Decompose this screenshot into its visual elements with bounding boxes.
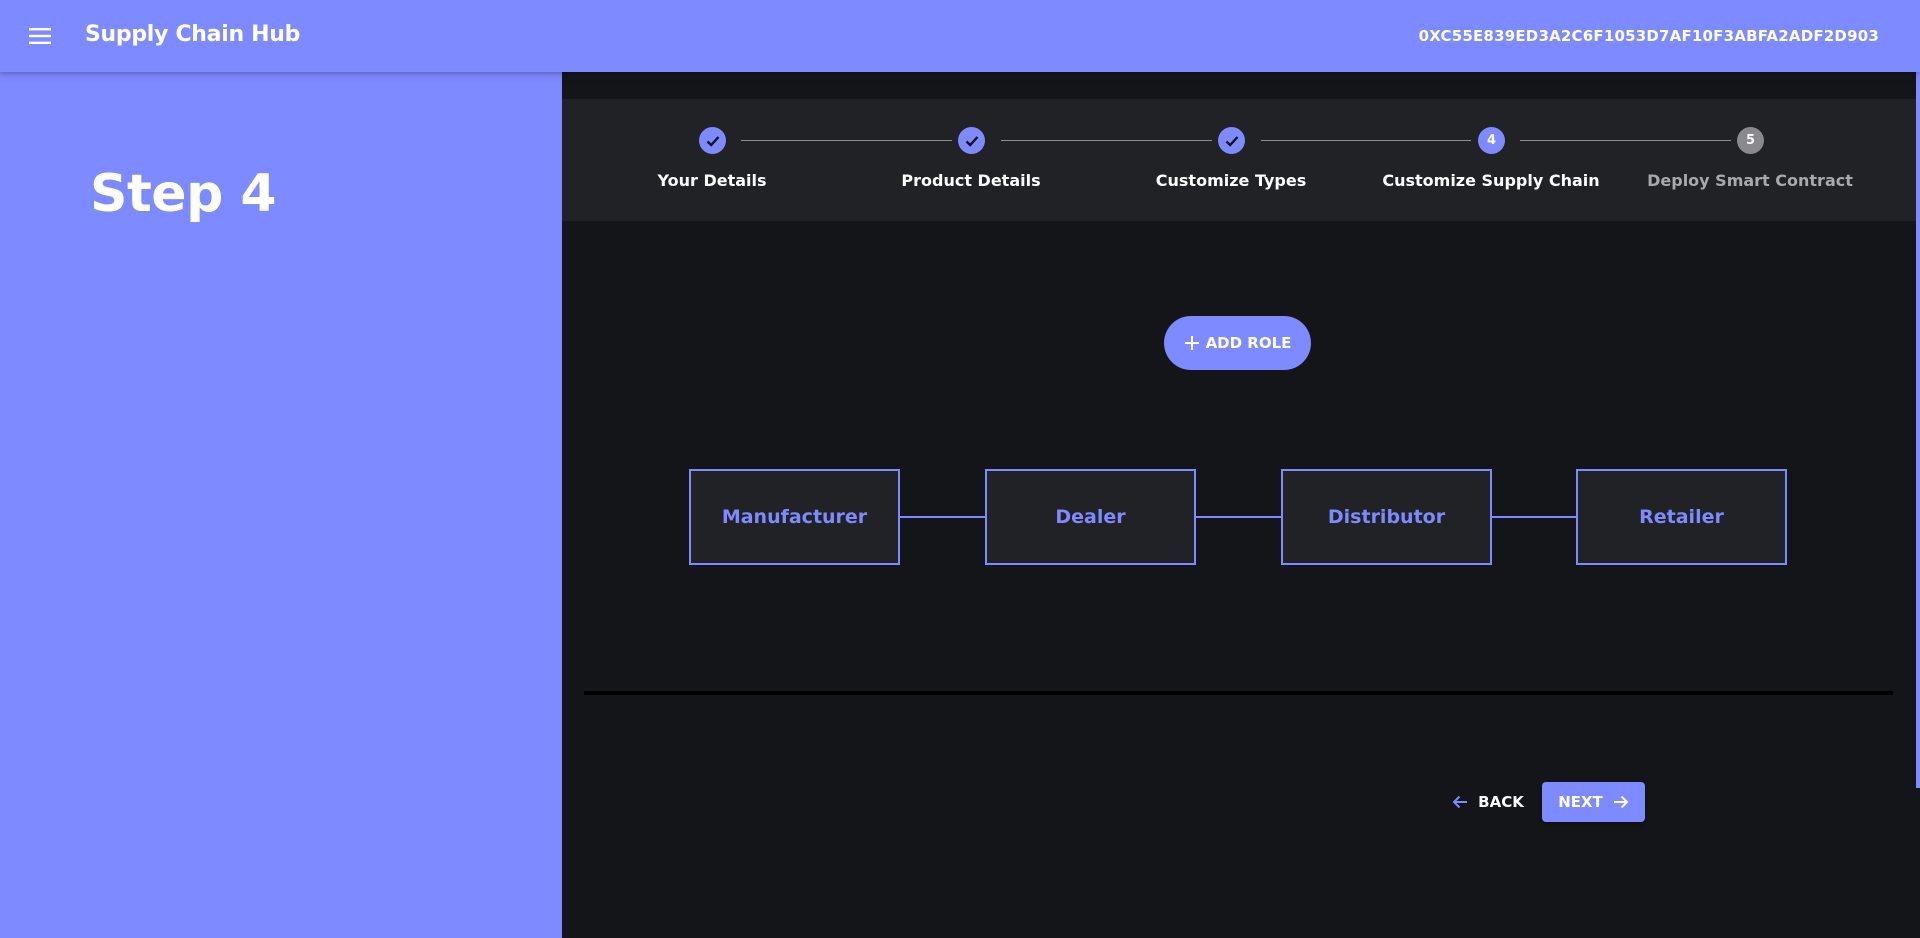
role-node-dealer[interactable]: Dealer xyxy=(985,469,1196,565)
step-label: Customize Types xyxy=(1155,171,1307,190)
step-connector xyxy=(741,140,952,141)
step-connector xyxy=(1261,140,1471,141)
app-bar: Supply Chain Hub 0XC55E839ED3A2C6F1053D7… xyxy=(0,0,1920,72)
step-completed-indicator xyxy=(699,127,726,154)
scrollbar-track xyxy=(1916,788,1920,938)
hamburger-menu-icon xyxy=(29,28,51,44)
menu-button[interactable] xyxy=(20,16,60,56)
step-label: Product Details xyxy=(901,171,1041,190)
arrow-right-icon xyxy=(1613,795,1629,809)
check-icon xyxy=(1225,135,1238,147)
role-node-manufacturer[interactable]: Manufacturer xyxy=(689,469,900,565)
step-completed-indicator xyxy=(1218,127,1245,154)
step-completed-indicator xyxy=(958,127,985,154)
step-number-inactive: 5 xyxy=(1737,127,1764,154)
wallet-address: 0XC55E839ED3A2C6F1053D7AF10F3ABFA2ADF2D9… xyxy=(1418,27,1879,45)
stepper: Your Details Product Details Customize T… xyxy=(562,99,1916,221)
check-icon xyxy=(965,135,978,147)
add-role-label: ADD ROLE xyxy=(1205,334,1292,352)
step-connector xyxy=(1520,140,1731,141)
next-label: NEXT xyxy=(1558,793,1603,811)
role-node-retailer[interactable]: Retailer xyxy=(1576,469,1787,565)
step-label: Your Details xyxy=(657,171,767,190)
step-number-active: 4 xyxy=(1478,127,1505,154)
step-label: Deploy Smart Contract xyxy=(1647,171,1853,190)
role-connector xyxy=(1195,516,1281,518)
scrollbar[interactable] xyxy=(1916,72,1920,788)
arrow-left-icon xyxy=(1452,795,1468,809)
next-button[interactable]: NEXT xyxy=(1542,782,1645,822)
add-role-button[interactable]: ADD ROLE xyxy=(1164,316,1311,370)
back-button[interactable]: BACK xyxy=(1448,784,1528,820)
plus-icon xyxy=(1184,336,1199,350)
back-label: BACK xyxy=(1478,793,1524,811)
step-connector xyxy=(1001,140,1212,141)
section-divider xyxy=(584,691,1893,695)
role-node-distributor[interactable]: Distributor xyxy=(1281,469,1492,565)
check-icon xyxy=(706,135,719,147)
app-title: Supply Chain Hub xyxy=(85,22,301,47)
role-connector xyxy=(900,516,985,518)
step-label: Customize Supply Chain xyxy=(1382,171,1600,190)
left-panel: Step 4 xyxy=(0,72,562,938)
step-heading: Step 4 xyxy=(90,164,277,224)
role-connector xyxy=(1491,516,1576,518)
